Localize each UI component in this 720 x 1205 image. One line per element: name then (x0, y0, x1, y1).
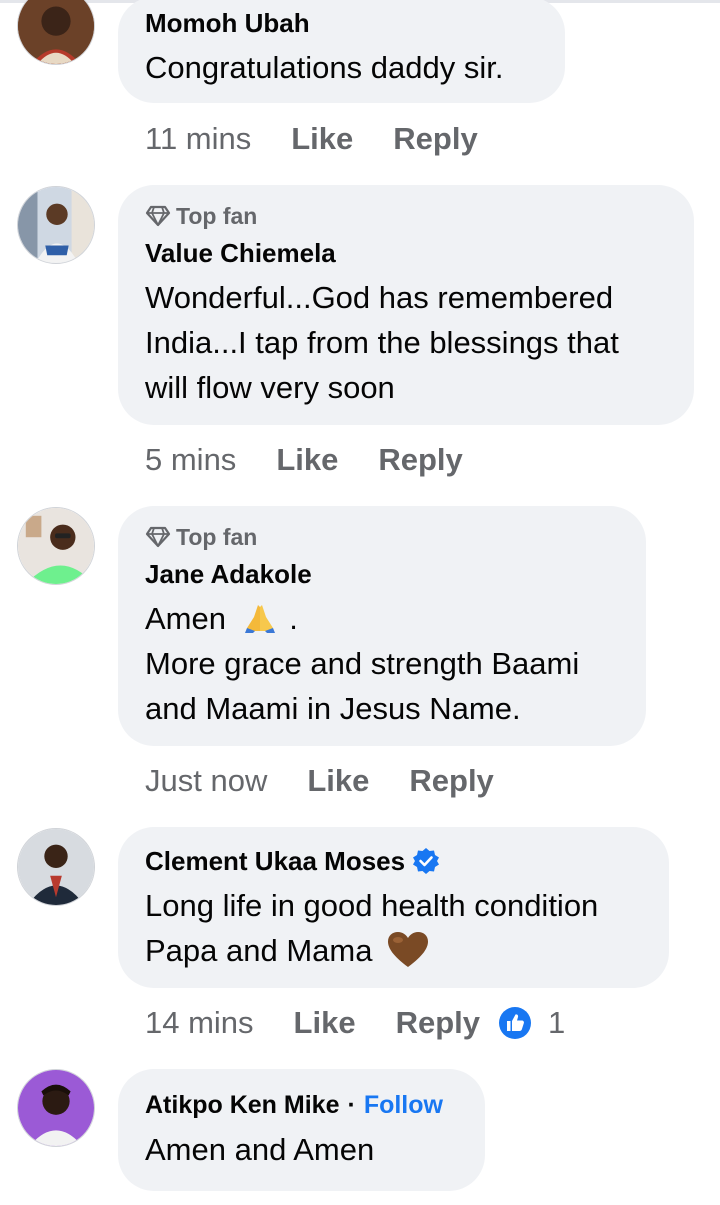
avatar[interactable] (17, 186, 95, 264)
like-button[interactable]: Like (291, 121, 353, 157)
reaction-count: 1 (548, 1005, 566, 1040)
timestamp[interactable]: Just now (145, 763, 267, 799)
reply-button[interactable]: Reply (409, 763, 493, 799)
like-button[interactable]: Like (276, 442, 338, 478)
verified-badge-icon (413, 848, 440, 874)
timestamp[interactable]: 14 mins (145, 1005, 254, 1041)
like-button[interactable]: Like (307, 763, 369, 799)
comment-text-line: More grace and strength Baami (145, 646, 580, 681)
diamond-icon (145, 526, 171, 548)
commenter-name[interactable]: Clement Ukaa Moses (145, 845, 405, 877)
avatar[interactable] (17, 828, 95, 906)
avatar[interactable] (17, 0, 95, 65)
comment-actions: 14 mins Like Reply 1 (145, 1003, 565, 1043)
comment-text-line: Papa and Mama (145, 928, 641, 975)
like-button[interactable]: Like (294, 1005, 356, 1041)
comment-text: Congratulations daddy sir. (145, 50, 504, 85)
comment-bubble: Clement Ukaa Moses Long life in good hea… (118, 827, 669, 988)
comment-text-line: Amen . (145, 596, 618, 641)
comment-text: Amen (145, 601, 226, 636)
comment-actions: 5 mins Like Reply (145, 440, 481, 480)
comment-actions: 11 mins Like Reply (145, 119, 496, 159)
reply-button[interactable]: Reply (396, 1005, 480, 1041)
separator-dot: · (347, 1091, 356, 1119)
follow-button[interactable]: Follow (364, 1089, 443, 1121)
avatar[interactable] (17, 1069, 95, 1147)
praying-hands-emoji (244, 604, 275, 633)
reaction-summary[interactable]: 1 (498, 1005, 565, 1041)
comment-bubble: Momoh Ubah Congratulations daddy sir. (118, 0, 565, 103)
top-fan-label: Top fan (176, 202, 258, 229)
comment-text: Amen and Amen (145, 1132, 375, 1167)
reply-button[interactable]: Reply (393, 121, 477, 157)
thumbs-up-icon (499, 1007, 531, 1039)
comment-text-line: Wonderful...God has remembered (145, 280, 614, 315)
timestamp[interactable]: 5 mins (145, 442, 236, 478)
comment-actions: Just now Like Reply (145, 761, 512, 801)
comment-text-line: India...I tap from the blessings that (145, 325, 619, 360)
timestamp[interactable]: 11 mins (145, 121, 251, 157)
comment-text: Papa and Mama (145, 933, 373, 968)
commenter-name[interactable]: Momoh Ubah (145, 7, 310, 39)
comment-text-line: will flow very soon (145, 370, 395, 405)
brown-heart-emoji (388, 931, 429, 967)
commenter-name[interactable]: Atikpo Ken Mike (145, 1089, 339, 1121)
top-fan-badge: Top fan (145, 524, 618, 550)
top-fan-label: Top fan (176, 523, 258, 550)
comment-bubble: Top fan Jane Adakole Amen . More grace a… (118, 506, 646, 746)
commenter-name[interactable]: Jane Adakole (145, 558, 312, 590)
commenter-name[interactable]: Value Chiemela (145, 237, 336, 269)
comment-text-line: and Maami in Jesus Name. (145, 691, 521, 726)
comment-text-line: Long life in good health condition (145, 888, 599, 923)
top-fan-badge: Top fan (145, 203, 666, 229)
reply-button[interactable]: Reply (378, 442, 462, 478)
comment-bubble: Atikpo Ken Mike · Follow Amen and Amen (118, 1069, 485, 1191)
avatar[interactable] (17, 507, 95, 585)
comment-bubble: Top fan Value Chiemela Wonderful...God h… (118, 185, 694, 425)
diamond-icon (145, 205, 171, 227)
comment-text: . (289, 601, 298, 636)
